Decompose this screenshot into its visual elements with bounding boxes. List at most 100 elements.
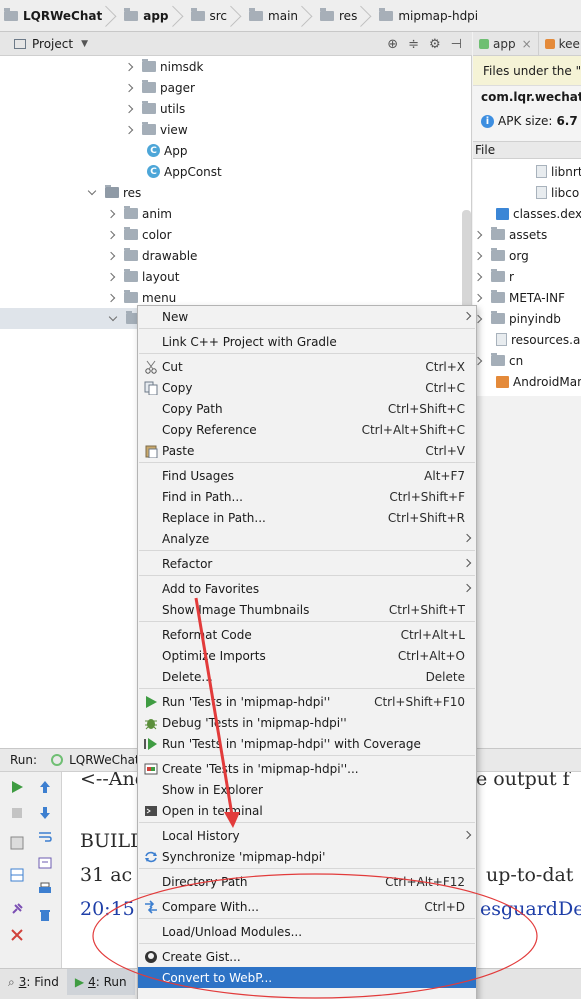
tab-run[interactable]: ▶ 4 : Run <box>66 969 135 995</box>
menu-item-compare-with[interactable]: Compare With... Ctrl+D <box>138 896 476 917</box>
expand-arrow-icon[interactable] <box>124 125 134 134</box>
tree-item-anim[interactable]: anim <box>106 203 172 224</box>
layout-icon[interactable] <box>8 866 26 884</box>
tree-item-nimsdk[interactable]: nimsdk <box>124 56 204 77</box>
expand-arrow-icon[interactable] <box>473 272 483 281</box>
file-row[interactable]: cn <box>473 350 523 371</box>
menu-item-directory-path[interactable]: Directory Path Ctrl+Alt+F12 <box>138 871 476 892</box>
expand-arrow-icon[interactable] <box>106 209 116 218</box>
expand-arrow-icon[interactable] <box>106 272 116 281</box>
menu-item-local-history[interactable]: Local History <box>138 825 476 846</box>
tab-app[interactable]: app × <box>473 32 539 55</box>
file-row[interactable]: libnrt <box>536 161 581 182</box>
gear-icon[interactable]: ⚙ <box>429 37 441 52</box>
expand-arrow-icon[interactable] <box>124 62 134 71</box>
menu-item-run-coverage[interactable]: Run 'Tests in 'mipmap-hdpi'' with Covera… <box>138 733 476 754</box>
menu-item-add-to-favorites[interactable]: Add to Favorites <box>138 578 476 599</box>
menu-item-show-in-explorer[interactable]: Show in Explorer <box>138 779 476 800</box>
menu-item-open-terminal[interactable]: Open in terminal <box>138 800 476 821</box>
menu-item-refactor[interactable]: Refactor <box>138 553 476 574</box>
file-row[interactable]: resources.a <box>496 329 580 350</box>
tree-item-appconst[interactable]: C AppConst <box>147 161 222 182</box>
close-icon[interactable] <box>8 926 26 944</box>
menu-item-label: Find in Path... <box>162 489 243 504</box>
menu-item-delete[interactable]: Delete... Delete <box>138 666 476 687</box>
menu-item-load-unload-modules[interactable]: Load/Unload Modules... <box>138 921 476 942</box>
menu-item-show-thumbnails[interactable]: Show Image Thumbnails Ctrl+Shift+T <box>138 599 476 620</box>
menu-item-optimize-imports[interactable]: Optimize Imports Ctrl+Alt+O <box>138 645 476 666</box>
expand-arrow-icon[interactable] <box>106 230 116 239</box>
file-row[interactable]: assets <box>473 224 547 245</box>
tree-item-view[interactable]: view <box>124 119 188 140</box>
collapse-all-icon[interactable]: ≑ <box>408 37 419 52</box>
file-row[interactable]: r <box>473 266 514 287</box>
hide-panel-icon[interactable]: ⊣ <box>451 37 462 52</box>
file-row[interactable]: libco <box>536 182 579 203</box>
collapse-arrow-icon[interactable] <box>108 312 118 321</box>
collapse-arrow-icon[interactable] <box>87 186 97 195</box>
tree-item-pager[interactable]: pager <box>124 77 195 98</box>
tree-item-res[interactable]: res <box>87 182 141 203</box>
menu-item-find-usages[interactable]: Find Usages Alt+F7 <box>138 465 476 486</box>
menu-item-analyze[interactable]: Analyze <box>138 528 476 549</box>
trash-icon[interactable] <box>36 906 54 924</box>
tree-item-app[interactable]: C App <box>147 140 187 161</box>
tree-item-layout[interactable]: layout <box>106 266 179 287</box>
package-folder-icon <box>142 59 156 72</box>
expand-arrow-icon[interactable] <box>106 293 116 302</box>
stop-icon[interactable] <box>8 804 26 822</box>
menu-item-synchronize[interactable]: Synchronize 'mipmap-hdpi' <box>138 846 476 867</box>
expand-arrow-icon[interactable] <box>473 230 483 239</box>
soft-wrap-icon[interactable] <box>36 828 54 846</box>
down-arrow-icon[interactable] <box>36 804 54 822</box>
expand-arrow-icon[interactable] <box>124 83 134 92</box>
menu-item-copy-reference[interactable]: Copy Reference Ctrl+Alt+Shift+C <box>138 419 476 440</box>
menu-item-replace-in-path[interactable]: Replace in Path... Ctrl+Shift+R <box>138 507 476 528</box>
expand-arrow-icon[interactable] <box>473 251 483 260</box>
close-icon[interactable]: × <box>522 37 532 51</box>
breadcrumb-item[interactable]: mipmap-hdpi <box>375 0 478 31</box>
menu-item-copy-path[interactable]: Copy Path Ctrl+Shift+C <box>138 398 476 419</box>
project-view-selector[interactable]: Project <box>32 37 73 51</box>
tab-keep[interactable]: keep <box>539 32 581 55</box>
menu-item-new[interactable]: New <box>138 306 476 327</box>
menu-item-link-cpp[interactable]: Link C++ Project with Gradle <box>138 331 476 352</box>
menu-item-cut[interactable]: Cut Ctrl+X <box>138 356 476 377</box>
menu-item-find-in-path[interactable]: Find in Path... Ctrl+Shift+F <box>138 486 476 507</box>
folder-icon <box>491 248 505 261</box>
chevron-down-icon[interactable]: ▼ <box>81 39 88 49</box>
tree-item-drawable[interactable]: drawable <box>106 245 197 266</box>
menu-item-debug-tests[interactable]: Debug 'Tests in 'mipmap-hdpi'' <box>138 712 476 733</box>
tree-item-label: nimsdk <box>160 59 204 74</box>
tab-find[interactable]: ⌕ 3 : Find <box>0 969 67 995</box>
navigation-bar: LQRWeChat app src main res mipmap-hdpi <box>0 0 581 32</box>
pin-icon[interactable] <box>8 900 26 918</box>
run-config-tab[interactable]: LQRWeChat <box>69 753 140 767</box>
menu-item-label: Copy Reference <box>162 422 257 437</box>
print-icon[interactable] <box>36 880 54 898</box>
up-arrow-icon[interactable] <box>36 778 54 796</box>
breadcrumb-item[interactable]: LQRWeChat <box>0 0 102 31</box>
menu-item-create-tests[interactable]: Create 'Tests in 'mipmap-hdpi''... <box>138 758 476 779</box>
scroll-to-end-icon[interactable] <box>36 854 54 872</box>
menu-item-convert-to-webp[interactable]: Convert to WebP... <box>138 967 476 988</box>
rerun-icon[interactable] <box>8 778 26 796</box>
expand-arrow-icon[interactable] <box>124 104 134 113</box>
expand-arrow-icon[interactable] <box>473 293 483 302</box>
file-row[interactable]: META-INF <box>473 287 565 308</box>
file-column-header[interactable]: File <box>473 142 581 159</box>
menu-item-run-tests[interactable]: Run 'Tests in 'mipmap-hdpi'' Ctrl+Shift+… <box>138 691 476 712</box>
scroll-from-source-icon[interactable]: ⊕ <box>387 37 398 52</box>
file-row[interactable]: AndroidMan <box>496 371 581 392</box>
restore-layout-icon[interactable] <box>8 834 26 852</box>
file-row[interactable]: classes.dex <box>496 203 581 224</box>
tree-item-utils[interactable]: utils <box>124 98 185 119</box>
file-row[interactable]: org <box>473 245 529 266</box>
menu-item-create-gist[interactable]: Create Gist... <box>138 946 476 967</box>
file-row[interactable]: pinyindb <box>473 308 561 329</box>
menu-item-paste[interactable]: Paste Ctrl+V <box>138 440 476 461</box>
menu-item-reformat-code[interactable]: Reformat Code Ctrl+Alt+L <box>138 624 476 645</box>
menu-item-copy[interactable]: Copy Ctrl+C <box>138 377 476 398</box>
expand-arrow-icon[interactable] <box>106 251 116 260</box>
tree-item-color[interactable]: color <box>106 224 172 245</box>
